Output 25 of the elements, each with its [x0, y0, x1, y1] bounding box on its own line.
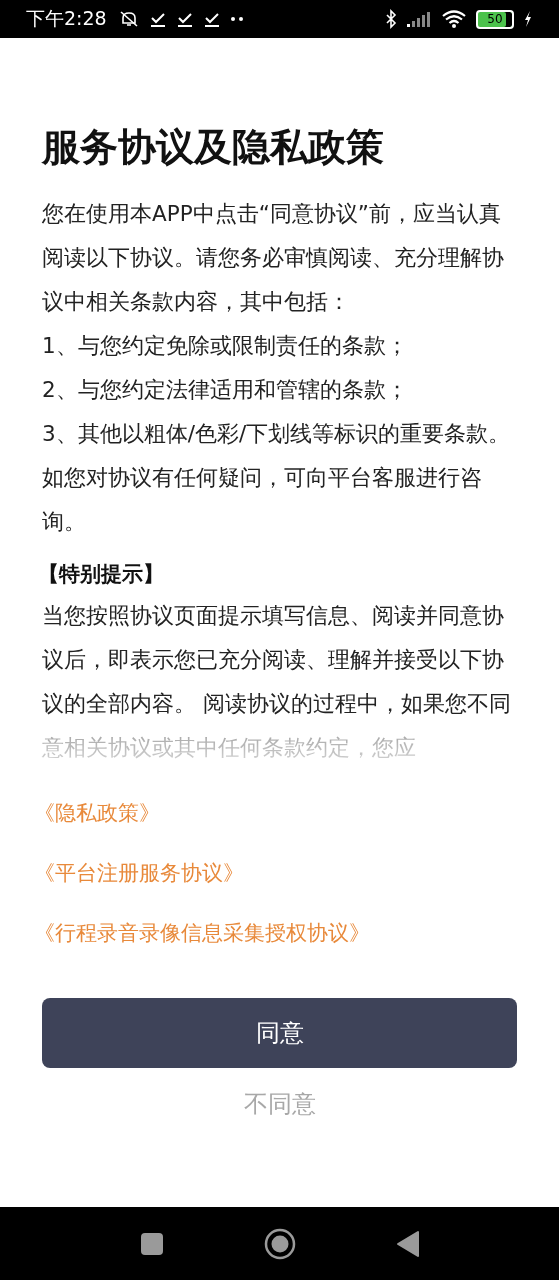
check-icon	[175, 11, 194, 27]
disagree-button[interactable]: 不同意	[235, 1084, 324, 1124]
agreement-link[interactable]: 《平台注册服务协议》	[34, 854, 244, 892]
agreement-paragraph: 1、与您约定免除或限制责任的条款；	[42, 332, 409, 360]
home-icon[interactable]	[263, 1227, 296, 1260]
bluetooth-icon	[385, 9, 397, 29]
battery-indicator: 50	[476, 9, 514, 29]
status-time: 下午2:28	[26, 6, 107, 31]
agreement-paragraph: 2、与您约定法律适用和管辖的条款；	[42, 376, 409, 404]
recent-apps-icon[interactable]	[139, 1231, 164, 1256]
more-dots-icon	[229, 16, 244, 22]
agreement-link[interactable]: 《行程录音录像信息采集授权协议》	[34, 914, 370, 952]
signal-icon	[406, 10, 432, 28]
wifi-icon	[441, 9, 467, 29]
agreement-paragraph: 3、其他以粗体/色彩/下划线等标识的重要条款。	[42, 420, 512, 448]
agree-button[interactable]: 同意	[42, 998, 517, 1068]
back-icon[interactable]	[395, 1229, 420, 1258]
notice-heading: 【特别提示】	[38, 561, 165, 588]
notice-paragraph: 当您按照协议页面提示填写信息、阅读并同意协议后，即表示您已充分阅读、理解并接受以下协议的全部内容。 阅读协议的过程中，如果您不同意相关协议或其中任何条款约定，您应	[42, 602, 512, 762]
agreement-paragraph: 您在使用本APP中点击“同意协议”前，应当认真阅读以下协议。请您务必审慎阅读、充分理解协议中相关条款内容，其中包括：	[42, 200, 505, 316]
check-icon	[148, 11, 167, 27]
page-title: 服务协议及隐私政策	[42, 124, 385, 171]
check-icon	[202, 11, 221, 27]
agreement-link[interactable]: 《隐私政策》	[34, 794, 160, 832]
agreement-paragraph: 如您对协议有任何疑问，可向平台客服进行咨询。	[42, 464, 483, 536]
